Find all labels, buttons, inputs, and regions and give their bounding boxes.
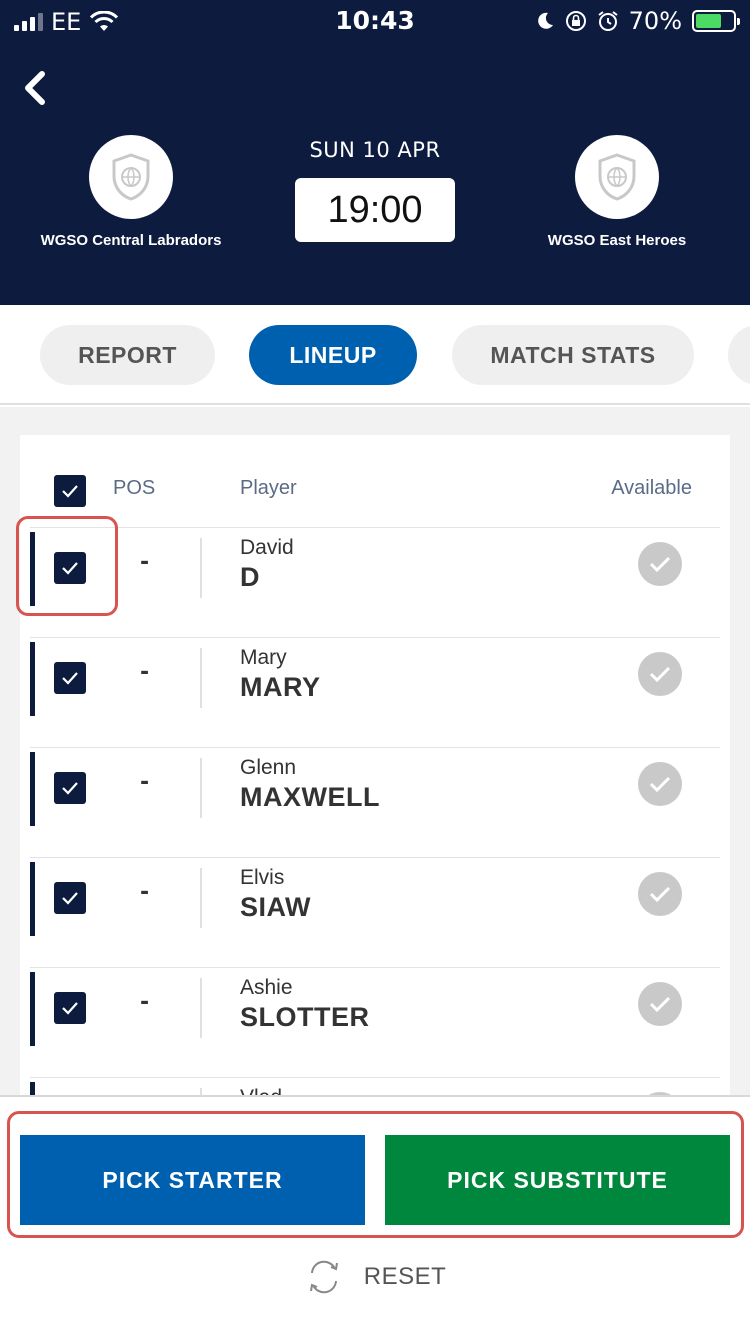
available-check-icon[interactable] (638, 542, 682, 586)
player-pos: - (140, 770, 150, 795)
moon-icon (537, 12, 553, 29)
column-available: Available (611, 477, 692, 499)
player-checkbox[interactable] (54, 662, 86, 694)
checkmark-icon (62, 1002, 78, 1015)
player-row[interactable]: - Mary MARY (30, 637, 720, 719)
away-team-name: WGSO East Heroes (547, 232, 687, 249)
player-checkbox[interactable] (54, 882, 86, 914)
status-bar: EE 10:43 70% (0, 0, 750, 40)
match-header: WGSO Central Labradors SUN 10 APR 19:00 … (0, 40, 750, 305)
available-check-icon[interactable] (638, 652, 682, 696)
tab-more[interactable] (728, 325, 750, 385)
lineup-content: POS Player Available - David D - Mary MA… (0, 407, 750, 1095)
row-divider (200, 1088, 202, 1095)
shield-netball-icon (598, 153, 636, 201)
checkmark-icon (62, 782, 78, 795)
row-marker (30, 752, 35, 826)
available-check-icon[interactable] (638, 982, 682, 1026)
buttons-highlight (7, 1111, 744, 1238)
player-last-name: MAXWELL (240, 782, 380, 812)
tab-bar: REPORT LINEUP MATCH STATS (0, 305, 750, 405)
column-player: Player (240, 477, 297, 499)
player-pos: - (140, 880, 150, 905)
reset-icon (309, 1260, 338, 1294)
player-first-name: Ashie (240, 976, 293, 999)
tab-lineup[interactable]: LINEUP (249, 325, 417, 385)
row-divider (200, 648, 202, 708)
player-last-name: MARY (240, 672, 321, 702)
player-row[interactable]: - David D (30, 527, 720, 609)
rotation-lock-icon (565, 11, 586, 31)
player-checkbox[interactable] (54, 992, 86, 1024)
player-checkbox[interactable] (54, 772, 86, 804)
row-divider (200, 868, 202, 928)
checkmark-icon (62, 672, 78, 685)
player-pos: - (140, 550, 150, 575)
lineup-card: POS Player Available - David D - Mary MA… (20, 435, 730, 1095)
row-divider (200, 758, 202, 818)
available-check-icon[interactable] (638, 762, 682, 806)
checkmark-icon (62, 485, 78, 498)
list-header: POS Player Available (20, 435, 730, 527)
row-marker (30, 862, 35, 936)
alarm-icon (598, 11, 618, 31)
row-divider (200, 978, 202, 1038)
player-last-name: SLOTTER (240, 1002, 370, 1032)
player-row[interactable]: Vlad (30, 1077, 720, 1095)
row-marker (30, 642, 35, 716)
tab-report[interactable]: REPORT (40, 325, 215, 385)
tab-match-stats[interactable]: MATCH STATS (452, 325, 694, 385)
status-right: 70% (535, 7, 740, 35)
away-team-crest (575, 135, 659, 219)
match-time: 19:00 (295, 178, 455, 242)
player-last-name: SIAW (240, 892, 312, 922)
player-first-name: Vlad (240, 1086, 282, 1095)
row-marker (30, 972, 35, 1046)
player-first-name: Elvis (240, 866, 285, 889)
reset-label: RESET (363, 1263, 447, 1290)
battery-percent: 70% (628, 7, 682, 35)
battery-icon (692, 10, 740, 32)
home-team-name: WGSO Central Labradors (40, 232, 222, 249)
back-chevron-icon[interactable] (18, 68, 58, 108)
player-pos: - (140, 660, 150, 685)
player-first-name: Mary (240, 646, 287, 669)
checkmark-icon (62, 892, 78, 905)
player-last-name: D (240, 562, 260, 592)
row-marker (30, 1082, 35, 1095)
row-divider (200, 538, 202, 598)
player-row[interactable]: - Elvis SIAW (30, 857, 720, 939)
select-all-checkbox[interactable] (54, 475, 86, 507)
player-row[interactable]: - Ashie SLOTTER (30, 967, 720, 1049)
reset-button[interactable]: RESET (0, 1259, 750, 1295)
away-team[interactable]: WGSO East Heroes (517, 135, 717, 251)
player-row[interactable]: - Glenn MAXWELL (30, 747, 720, 829)
checkbox-highlight (16, 516, 118, 616)
column-pos: POS (113, 477, 156, 499)
available-check-icon[interactable] (638, 872, 682, 916)
player-first-name: Glenn (240, 756, 297, 779)
player-pos: - (140, 990, 150, 1015)
player-first-name: David (240, 536, 294, 559)
